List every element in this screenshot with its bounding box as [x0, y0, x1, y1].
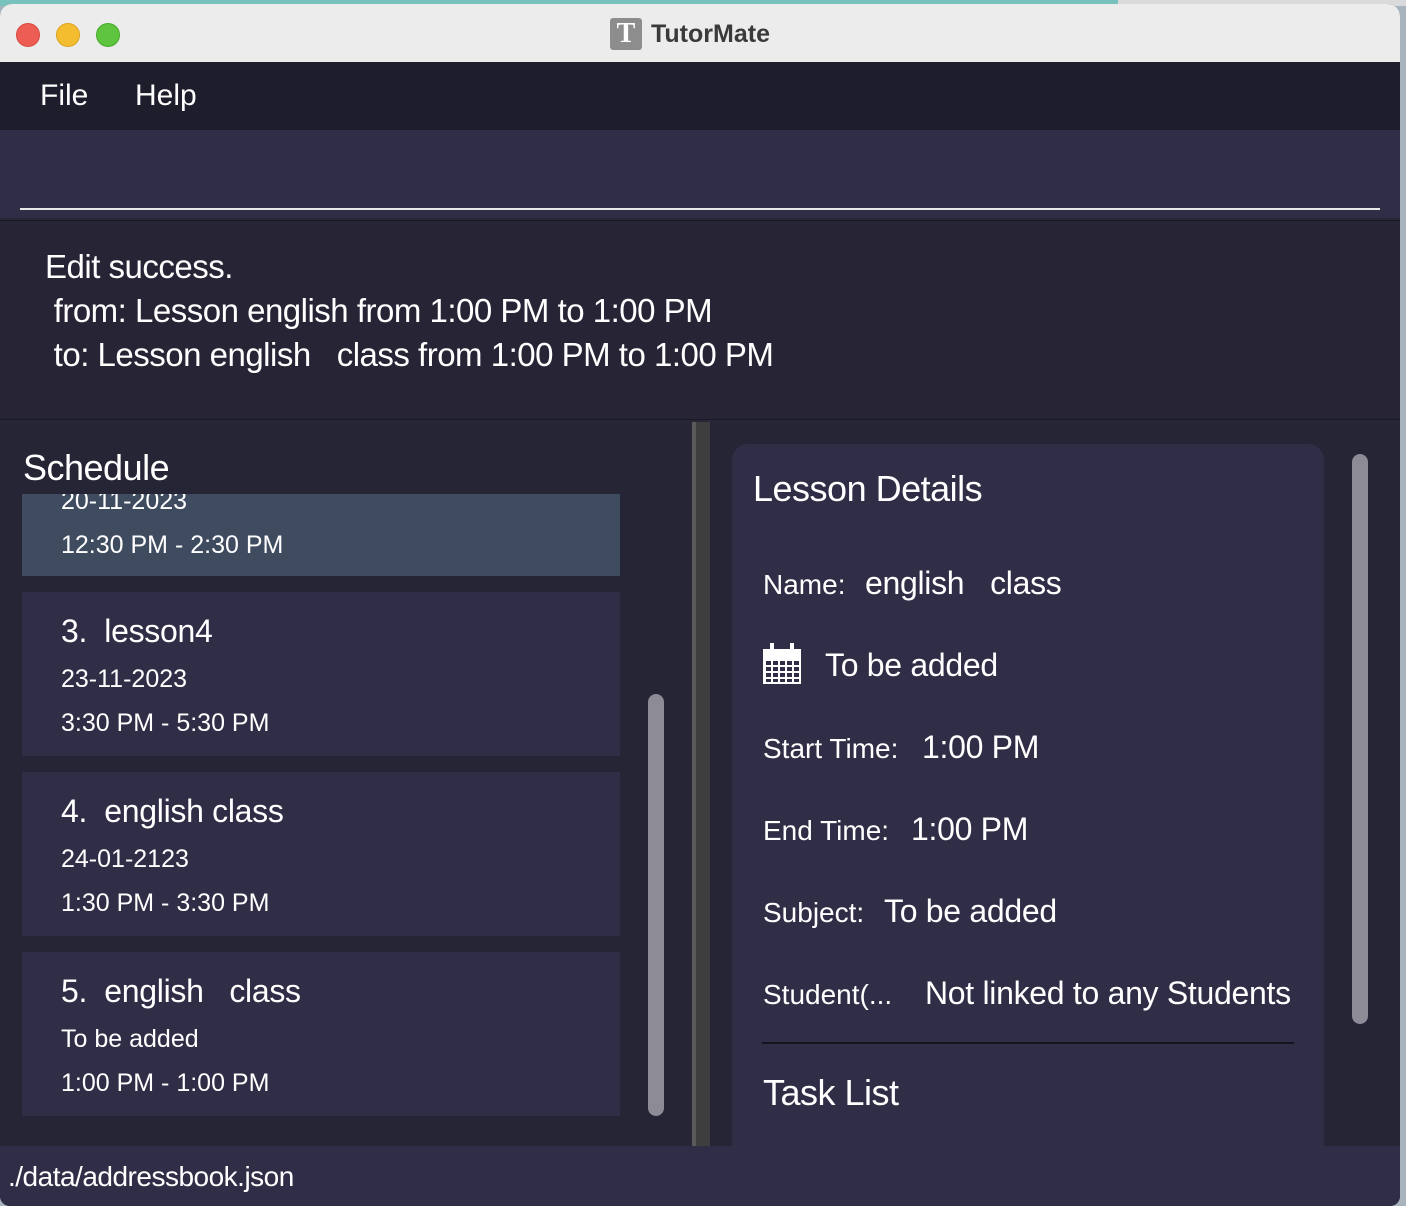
- schedule-card-date: To be added: [61, 1025, 199, 1053]
- menu-help[interactable]: Help: [135, 78, 197, 114]
- result-line-2: from: Lesson english from 1:00 PM to 1:0…: [45, 292, 713, 329]
- schedule-card-time: 3:30 PM - 5:30 PM: [61, 709, 270, 737]
- subject-label: Subject:: [763, 897, 865, 928]
- minimize-window-button[interactable]: [56, 23, 80, 47]
- start-time-value: 1:00 PM: [922, 729, 1040, 765]
- command-box[interactable]: [0, 130, 1400, 218]
- result-display: Edit success. from: Lesson english from …: [0, 220, 1400, 420]
- schedule-card[interactable]: 4. english class 24-01-2123 1:30 PM - 3:…: [22, 772, 620, 936]
- schedule-card-date: 24-01-2123: [61, 845, 189, 873]
- schedule-card-title: 4. english class: [61, 793, 284, 829]
- schedule-card-time: 1:30 PM - 3:30 PM: [61, 889, 270, 917]
- schedule-card-selected[interactable]: 20-11-2023 12:30 PM - 2:30 PM: [22, 494, 620, 576]
- result-line-3: to: Lesson english class from 1:00 PM to…: [45, 336, 774, 373]
- schedule-card-date: 23-11-2023: [61, 665, 188, 693]
- calendar-icon: [763, 643, 801, 684]
- app-window: T TutorMate File Help Edit success. from…: [0, 4, 1400, 1206]
- schedule-card-title: 3. lesson4: [61, 613, 213, 649]
- result-line-1: Edit success.: [45, 248, 233, 285]
- details-scrollbar[interactable]: [1352, 454, 1368, 1024]
- end-time-label: End Time:: [763, 815, 890, 846]
- schedule-card-time: 12:30 PM - 2:30 PM: [61, 531, 284, 559]
- command-input-underline: [20, 208, 1380, 210]
- student-value: Not linked to any Students: [925, 975, 1291, 1011]
- schedule-scrollbar[interactable]: [648, 694, 664, 1116]
- start-time-label: Start Time:: [763, 733, 899, 764]
- name-value: english class: [865, 565, 1062, 601]
- date-value: To be added: [825, 647, 998, 683]
- end-time-value: 1:00 PM: [911, 811, 1029, 847]
- menu-file[interactable]: File: [40, 78, 88, 114]
- details-separator: [762, 1042, 1294, 1044]
- close-window-button[interactable]: [16, 23, 40, 47]
- lesson-details-card: Lesson Details Name: english class To be…: [732, 444, 1324, 1146]
- schedule-card[interactable]: 5. english class To be added 1:00 PM - 1…: [22, 952, 620, 1116]
- menu-bar: File Help: [0, 62, 1400, 130]
- status-bar: ./data/addressbook.json: [0, 1146, 1400, 1206]
- task-list-title: Task List: [763, 1072, 899, 1113]
- subject-value: To be added: [884, 893, 1057, 929]
- schedule-card[interactable]: 3. lesson4 23-11-2023 3:30 PM - 5:30 PM: [22, 592, 620, 756]
- title-bar[interactable]: T TutorMate: [0, 4, 1400, 63]
- schedule-list[interactable]: 20-11-2023 12:30 PM - 2:30 PM 3. lesson4…: [22, 494, 620, 1116]
- student-label: Student(...: [763, 979, 893, 1010]
- window-title: TutorMate: [651, 20, 770, 48]
- name-label: Name:: [763, 569, 846, 600]
- schedule-card-title: 5. english class: [61, 973, 301, 1009]
- zoom-window-button[interactable]: [96, 23, 120, 47]
- schedule-card-time: 1:00 PM - 1:00 PM: [61, 1069, 270, 1097]
- app-logo-icon: T: [610, 18, 642, 50]
- lesson-details-title: Lesson Details: [753, 468, 983, 509]
- split-pane-divider-edge: [692, 422, 696, 1146]
- schedule-title: Schedule: [23, 447, 170, 488]
- save-location-path: ./data/addressbook.json: [8, 1161, 294, 1192]
- schedule-card-date: 20-11-2023: [61, 494, 188, 515]
